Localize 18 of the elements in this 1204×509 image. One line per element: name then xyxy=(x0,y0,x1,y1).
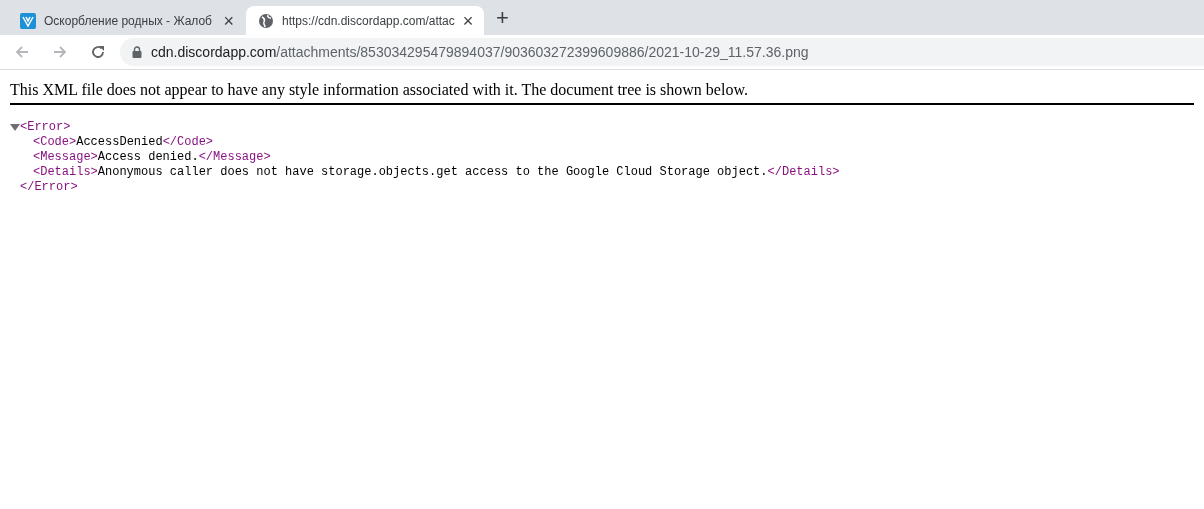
reload-icon[interactable] xyxy=(90,44,106,60)
xml-line: <Error> xyxy=(20,120,71,135)
tab-title: Оскорбление родных - Жалоб xyxy=(44,12,213,30)
address-bar[interactable]: cdn.discordapp.com/attachments/853034295479894037/903603272399609886/2021-10-29_11.57.36.png xyxy=(120,38,1204,66)
xml-line: <Details>Anonymous caller does not have storage.objects.get access to the Google Cloud Storage object.</Details> xyxy=(33,165,840,180)
browser-tab[interactable]: https://cdn.discordapp.com/attac × xyxy=(246,6,484,35)
globe-icon xyxy=(258,12,274,29)
url-text: cdn.discordapp.com/attachments/853034295479894037/903603272399609886/2021-10-29_11.57.36.png xyxy=(151,42,809,62)
xml-line: <Message>Access denied.</Message> xyxy=(33,150,271,165)
xml-line: </Error> xyxy=(20,180,78,195)
site-icon xyxy=(20,12,36,29)
lock-icon xyxy=(132,46,142,58)
new-tab-button[interactable]: + xyxy=(496,7,509,29)
tab-title: https://cdn.discordapp.com/attac xyxy=(282,12,455,30)
xml-line: <Code>AccessDenied</Code> xyxy=(33,135,214,150)
xml-notice: This XML file does not appear to have any style information associated with it. The document tree is shown below. xyxy=(10,80,1194,105)
close-icon[interactable]: × xyxy=(223,11,234,30)
close-icon[interactable]: × xyxy=(462,11,474,30)
